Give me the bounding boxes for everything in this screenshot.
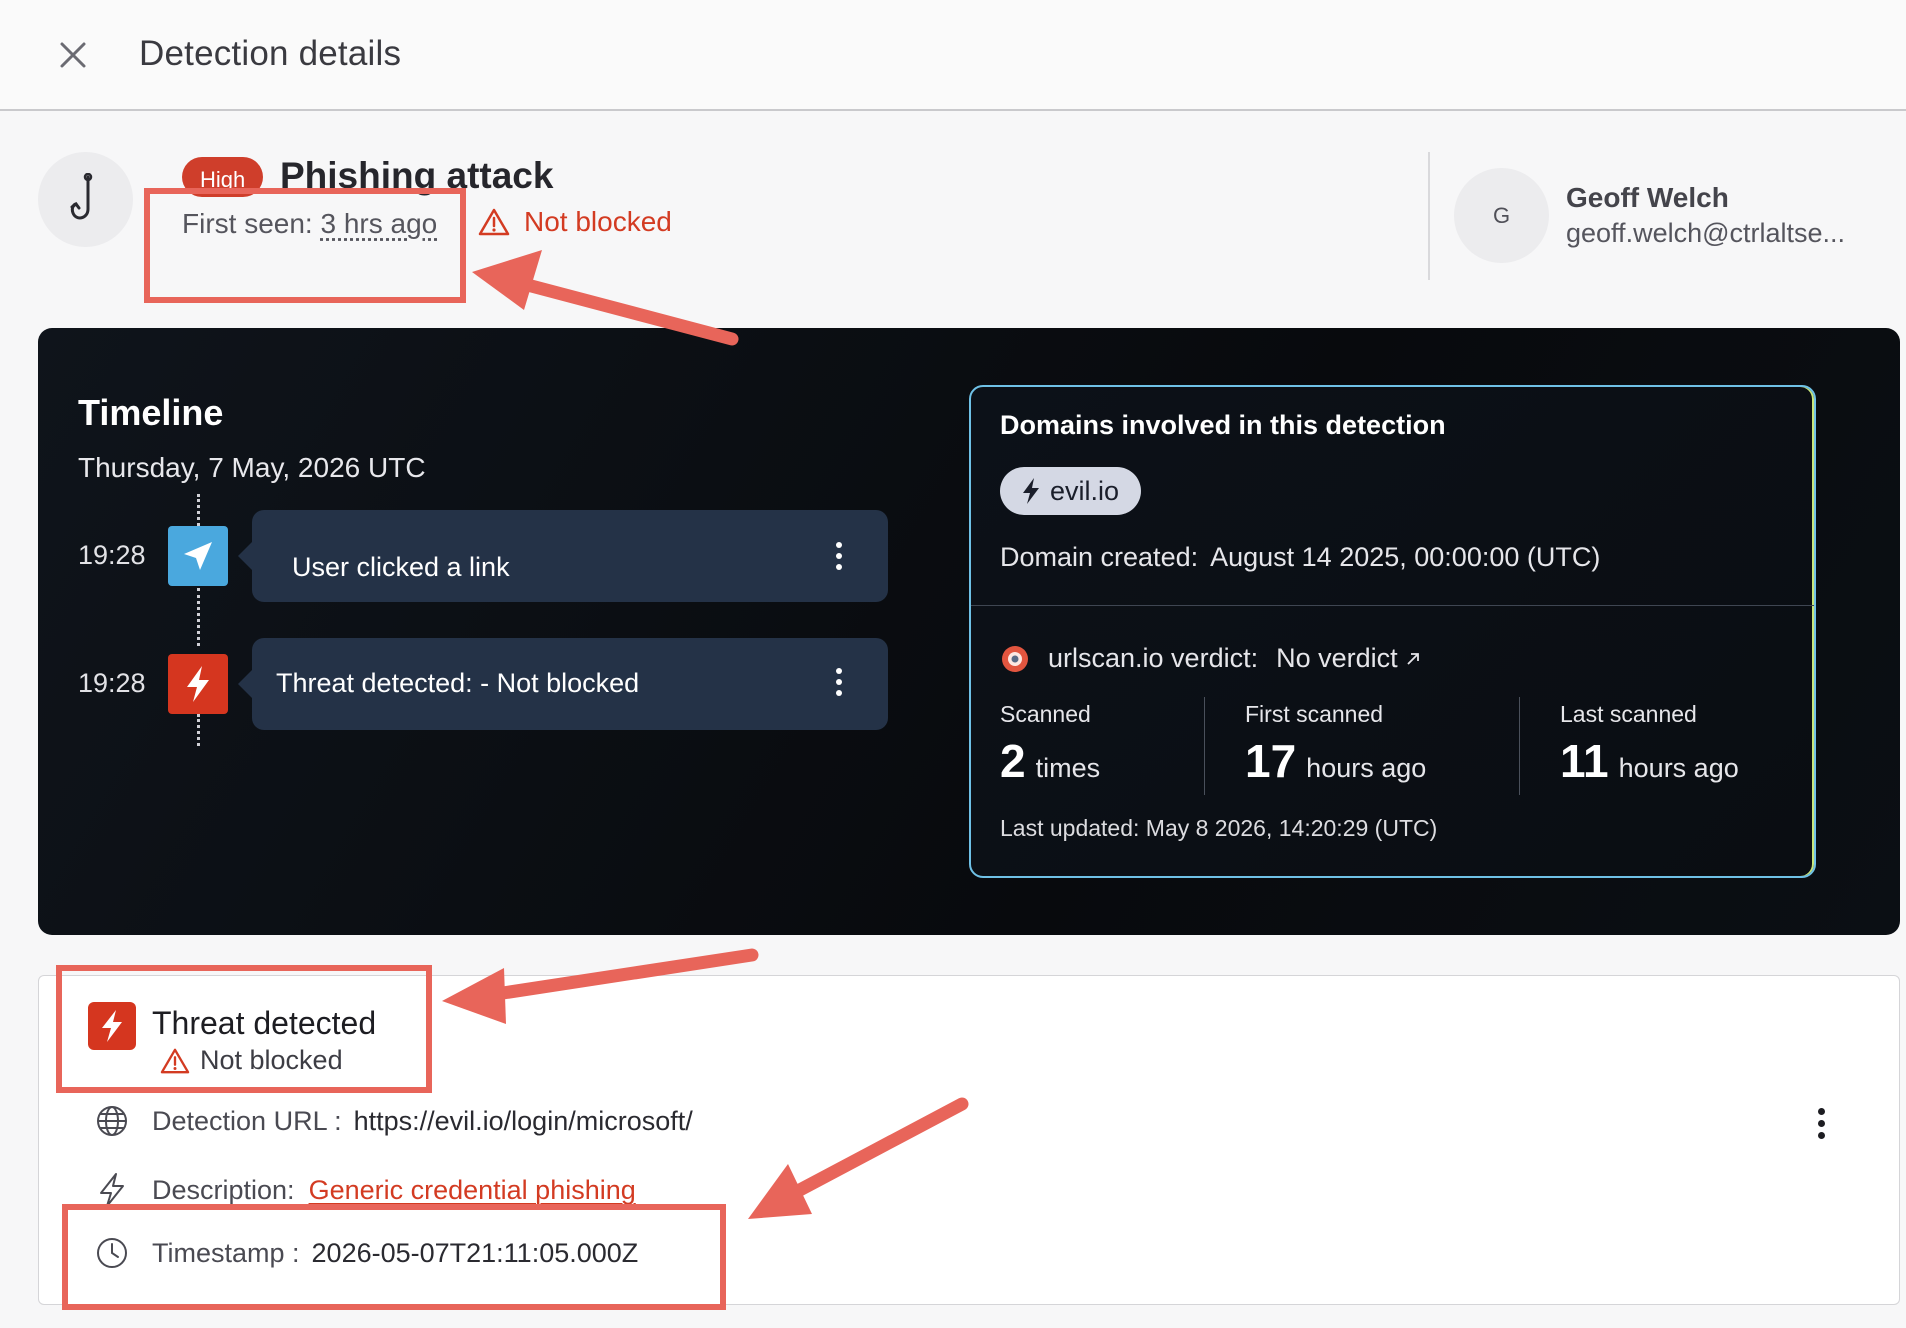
annotation-arrows (442, 250, 969, 1219)
